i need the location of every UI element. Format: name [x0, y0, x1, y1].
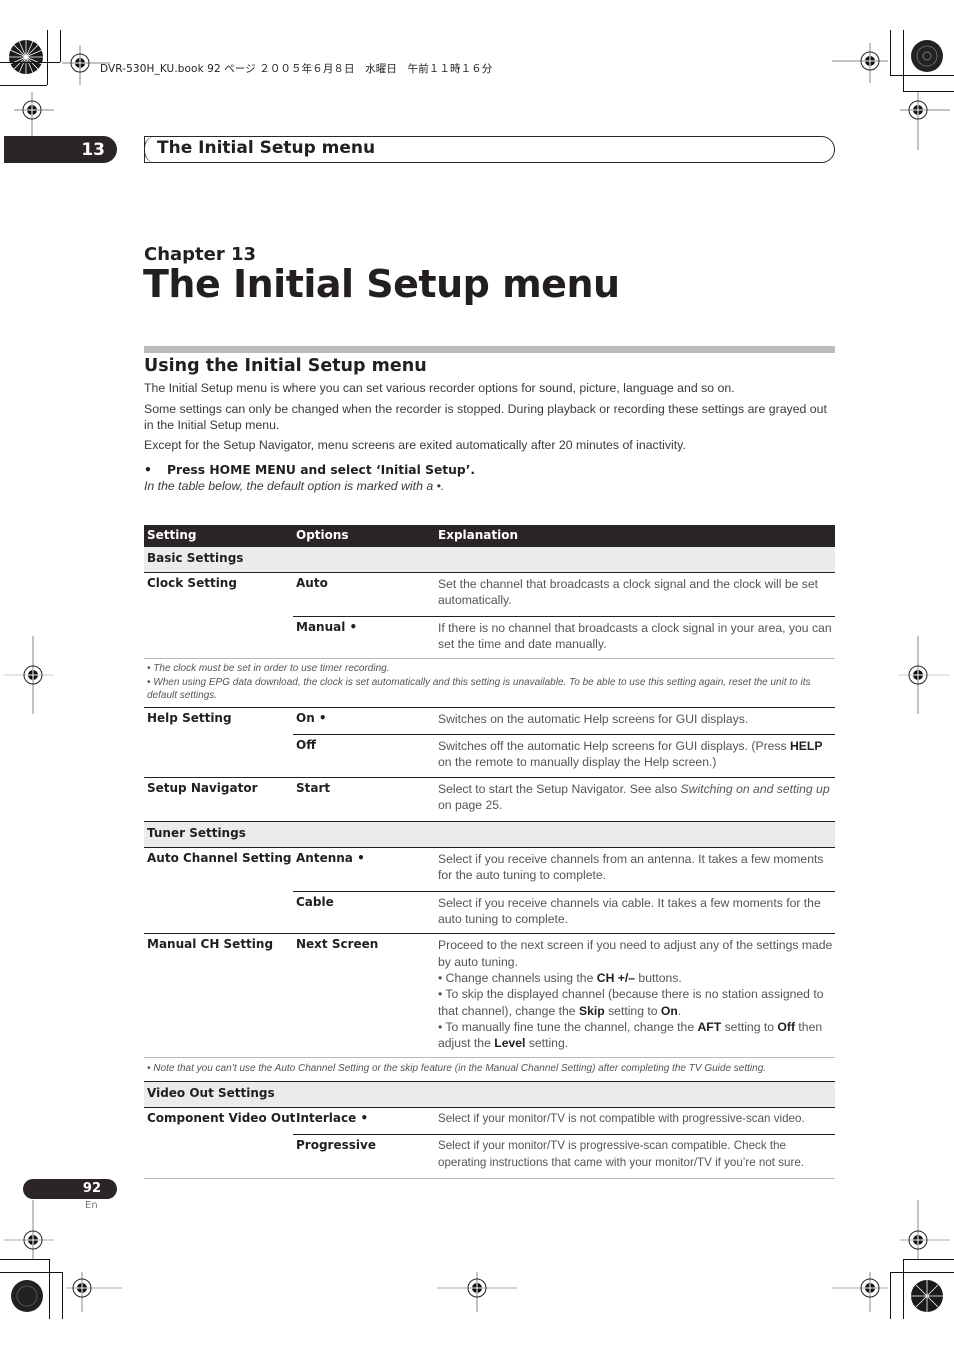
- option-explanation: Select if your monitor/TV is not compati…: [438, 1111, 805, 1125]
- option-explanation: Switches on the automatic Help screens f…: [438, 711, 749, 726]
- group-title: Basic Settings: [147, 551, 244, 565]
- option-name: Interlace •: [296, 1110, 369, 1125]
- group-row: Video Out Settings: [144, 1081, 835, 1108]
- table-row: Setup Navigator Start Select to start th…: [144, 778, 835, 823]
- option-row: Off Switches off the automatic Help scre…: [293, 735, 835, 777]
- option-name: Next Screen: [296, 937, 379, 952]
- option-explanation: Switches off the automatic Help screens …: [438, 738, 823, 770]
- option-explanation: Proceed to the next screen if you need t…: [438, 938, 833, 1051]
- option-row: Cable Select if you receive channels via…: [293, 892, 835, 934]
- section-title: Using the Initial Setup menu: [144, 356, 427, 376]
- option-explanation: If there is no channel that broadcasts a…: [438, 620, 832, 651]
- step-text: Press HOME MENU and select ‘Initial Setu…: [167, 463, 476, 477]
- setting-name: Auto Channel Setting: [147, 851, 292, 866]
- setting-name: Setup Navigator: [147, 780, 258, 795]
- registration-starburst-icon: [9, 40, 43, 74]
- option-explanation: Select to start the Setup Navigator. See…: [438, 781, 830, 812]
- intro-paragraph: The Initial Setup menu is where you can …: [144, 381, 735, 395]
- header-explanation: Explanation: [438, 528, 519, 542]
- page-title: The Initial Setup menu: [143, 262, 620, 306]
- group-row: Basic Settings: [144, 547, 835, 573]
- crosshair-target-icon: [14, 92, 54, 142]
- running-header-title: The Initial Setup menu: [157, 138, 376, 158]
- table-header: Setting Options Explanation: [144, 525, 835, 547]
- crosshair-target-icon: [898, 636, 950, 714]
- option-row: Auto Set the channel that broadcasts a c…: [293, 573, 835, 617]
- table-row: Clock Setting Auto Set the channel that …: [144, 573, 835, 660]
- table-footnote: • The clock must be set in order to use …: [144, 659, 835, 708]
- table-row: Auto Channel Setting Antenna • Select if…: [144, 848, 835, 935]
- group-title: Video Out Settings: [147, 1085, 275, 1100]
- intro-paragraph: Some settings can only be changed when t…: [144, 402, 827, 432]
- option-explanation: Set the channel that broadcasts a clock …: [438, 577, 819, 608]
- chapter-number-tab: 13: [4, 136, 117, 163]
- option-name: Progressive: [296, 1138, 376, 1153]
- crosshair-target-icon: [900, 92, 950, 150]
- page-language: En: [85, 1200, 98, 1211]
- table-row: Component Video Out Interlace • Select i…: [144, 1108, 835, 1179]
- crosshair-target-icon: [900, 1200, 950, 1260]
- footnote-line: • When using EPG data download, the cloc…: [147, 676, 811, 702]
- option-row: Progressive Select if your monitor/TV is…: [293, 1135, 835, 1178]
- registration-starburst-icon: [11, 1280, 43, 1312]
- option-name: Start: [296, 780, 331, 795]
- group-row: Tuner Settings: [144, 822, 835, 849]
- crosshair-target-icon: [832, 1272, 888, 1312]
- setting-name: Manual CH Setting: [147, 937, 274, 952]
- option-explanation: Select if your monitor/TV is progressive…: [438, 1139, 805, 1169]
- option-row: Antenna • Select if you receive channels…: [293, 848, 835, 892]
- option-row: Next Screen Proceed to the next screen i…: [293, 934, 835, 1057]
- option-explanation: Select if you receive channels via cable…: [438, 895, 821, 927]
- option-row: Interlace • Select if your monitor/TV is…: [293, 1108, 835, 1136]
- option-name: Antenna •: [296, 851, 365, 866]
- footnote-line: • Note that you can’t use the Auto Chann…: [147, 1063, 767, 1075]
- crosshair-target-icon: [437, 1272, 517, 1312]
- intro-paragraph: Except for the Setup Navigator, menu scr…: [144, 438, 686, 452]
- chapter-number: 13: [81, 139, 105, 160]
- option-name: Cable: [296, 894, 334, 909]
- page-number: 92: [82, 1181, 101, 1196]
- header-setting: Setting: [147, 528, 197, 542]
- bullet: •: [144, 463, 152, 477]
- crosshair-target-icon: [4, 1200, 54, 1260]
- setting-name: Clock Setting: [147, 576, 237, 590]
- cross-reference-link[interactable]: Switching on and setting up: [681, 782, 830, 796]
- crosshair-target-icon: [66, 1272, 122, 1312]
- registration-starburst-icon: [911, 40, 943, 72]
- setting-name: Component Video Out: [147, 1110, 296, 1125]
- option-row: On • Switches on the automatic Help scre…: [293, 708, 835, 735]
- group-title: Tuner Settings: [147, 826, 246, 841]
- option-name: Manual •: [296, 619, 358, 634]
- registration-starburst-icon: [911, 1280, 943, 1312]
- page-number-tab: 92: [23, 1179, 117, 1199]
- footnote-line: • The clock must be set in order to use …: [147, 663, 390, 675]
- instruction-step: • Press HOME MENU and select ‘Initial Set…: [144, 463, 475, 477]
- table-row: Help Setting On • Switches on the automa…: [144, 708, 835, 778]
- table-footnote: • Note that you can’t use the Auto Chann…: [144, 1058, 835, 1082]
- section-divider: [144, 346, 835, 353]
- crosshair-target-icon: [832, 43, 888, 83]
- settings-table: Setting Options Explanation Basic Settin…: [144, 525, 835, 1179]
- option-row: Start Select to start the Setup Navigato…: [293, 778, 835, 822]
- header-options: Options: [296, 528, 349, 542]
- option-row: Manual • If there is no channel that bro…: [293, 617, 835, 659]
- setting-name: Help Setting: [147, 710, 232, 725]
- option-name: Off: [296, 737, 316, 752]
- print-book-info: DVR-530H_KU.book 92 ページ ２００５年６月８日 水曜日 午前…: [100, 63, 493, 75]
- default-option-note: In the table below, the default option i…: [144, 479, 445, 493]
- crosshair-target-icon: [4, 636, 54, 714]
- table-row: Manual CH Setting Next Screen Proceed to…: [144, 934, 835, 1059]
- option-name: On •: [296, 710, 327, 725]
- option-explanation: Select if you receive channels from an a…: [438, 852, 824, 883]
- option-name: Auto: [296, 576, 328, 590]
